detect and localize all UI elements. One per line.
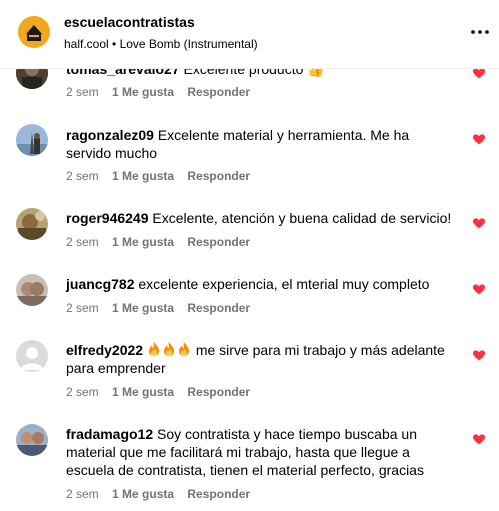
heart-icon[interactable] — [472, 216, 486, 230]
comment-likes[interactable]: 1 Me gusta — [112, 301, 174, 315]
reply-button[interactable]: Responder — [187, 487, 250, 501]
reply-button[interactable]: Responder — [187, 85, 250, 99]
comments-list: tomas_arevalo27 Excelente producto 👍 2 s… — [0, 0, 499, 511]
comment-time: 2 sem — [66, 487, 99, 501]
comment-likes[interactable]: 1 Me gusta — [112, 235, 174, 249]
post-header: escuelacontratistas half.cool • Love Bom… — [0, 0, 499, 69]
comment-username[interactable]: elfredy2022 — [66, 342, 143, 358]
audio-track[interactable]: half.cool • Love Bomb (Instrumental) — [64, 37, 258, 51]
comment-time: 2 sem — [66, 385, 99, 399]
comment-username[interactable]: fradamago12 — [66, 426, 153, 442]
comment-likes[interactable]: 1 Me gusta — [112, 169, 174, 183]
comment-likes[interactable]: 1 Me gusta — [112, 385, 174, 399]
comment-meta: 2 sem 1 Me gusta Responder — [66, 169, 260, 183]
comment-body: excelente experiencia, el mterial muy co… — [138, 276, 430, 292]
comment-meta: 2 sem 1 Me gusta Responder — [66, 385, 260, 399]
avatar[interactable] — [16, 208, 48, 240]
comment-likes[interactable]: 1 Me gusta — [112, 85, 174, 99]
comment-likes[interactable]: 1 Me gusta — [112, 487, 174, 501]
comment-meta: 2 sem 1 Me gusta Responder — [66, 301, 260, 315]
reply-button[interactable]: Responder — [187, 385, 250, 399]
comment-meta: 2 sem 1 Me gusta Responder — [66, 487, 260, 501]
comment-time: 2 sem — [66, 235, 99, 249]
comment-meta: 2 sem 1 Me gusta Responder — [66, 235, 260, 249]
heart-icon[interactable] — [472, 432, 486, 446]
heart-icon[interactable] — [472, 282, 486, 296]
heart-icon[interactable] — [472, 132, 486, 146]
reply-button[interactable]: Responder — [187, 301, 250, 315]
comment-text: roger946249 Excelente, atención y buena … — [66, 209, 456, 227]
comment-username[interactable]: roger946249 — [66, 210, 149, 226]
comment-meta: 2 sem 1 Me gusta Responder — [66, 85, 260, 99]
avatar[interactable] — [16, 124, 48, 156]
comment-time: 2 sem — [66, 301, 99, 315]
comment-username[interactable]: ragonzalez09 — [66, 127, 154, 143]
comment-username[interactable]: juancg782 — [66, 276, 134, 292]
reply-button[interactable]: Responder — [187, 235, 250, 249]
comment-body: Excelente, atención y buena calidad de s… — [152, 210, 452, 226]
more-options-icon[interactable] — [470, 22, 490, 42]
fire-icon — [147, 342, 192, 358]
avatar[interactable] — [16, 424, 48, 456]
comment-time: 2 sem — [66, 169, 99, 183]
comment-text: elfredy2022 me sirve para mi trabajo y m… — [66, 341, 456, 377]
comment-text: ragonzalez09 Excelente material y herram… — [66, 126, 456, 162]
reply-button[interactable]: Responder — [187, 169, 250, 183]
avatar[interactable] — [16, 274, 48, 306]
account-logo[interactable] — [18, 16, 50, 48]
comment-text: juancg782 excelente experiencia, el mter… — [66, 275, 456, 293]
account-name[interactable]: escuelacontratistas — [64, 14, 195, 30]
comment-text: fradamago12 Soy contratista y hace tiemp… — [66, 425, 456, 479]
avatar[interactable] — [16, 340, 48, 372]
comment-time: 2 sem — [66, 85, 99, 99]
heart-icon[interactable] — [472, 348, 486, 362]
